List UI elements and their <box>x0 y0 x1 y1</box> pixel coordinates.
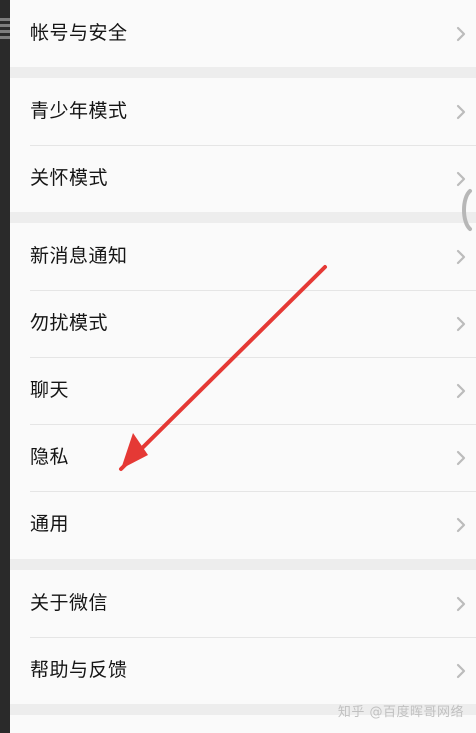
watermark: 知乎 @百度晖哥网络 <box>337 705 464 720</box>
settings-row-label: 勿扰模式 <box>30 312 109 334</box>
settings-row-account-security[interactable]: 帐号与安全 <box>10 0 476 67</box>
settings-row-care-mode[interactable]: 关怀模式 <box>10 145 476 212</box>
chevron-right-icon <box>456 450 466 465</box>
chevron-right-icon <box>456 383 466 398</box>
settings-row-privacy[interactable]: 隐私 <box>10 424 476 491</box>
chevron-right-icon <box>456 171 466 186</box>
chevron-right-icon <box>456 663 466 678</box>
settings-group-modes: 青少年模式 关怀模式 <box>10 78 476 212</box>
settings-row-label: 聊天 <box>30 379 70 401</box>
settings-row-label: 帮助与反馈 <box>30 659 128 681</box>
settings-row-about-wechat[interactable]: 关于微信 <box>10 570 476 637</box>
edge-scroll-indicator-icon <box>462 189 472 231</box>
chevron-right-icon <box>456 26 466 41</box>
settings-group-about: 关于微信 帮助与反馈 <box>10 570 476 704</box>
left-side-rail <box>0 0 10 733</box>
chevron-right-icon <box>456 316 466 331</box>
settings-row-label: 青少年模式 <box>30 100 128 122</box>
settings-row-label: 关怀模式 <box>30 167 109 189</box>
chevron-right-icon <box>456 104 466 119</box>
settings-row-teen-mode[interactable]: 青少年模式 <box>10 78 476 145</box>
settings-row-help-feedback[interactable]: 帮助与反馈 <box>10 637 476 704</box>
chevron-right-icon <box>456 249 466 264</box>
settings-row-label: 隐私 <box>30 446 70 468</box>
settings-row-new-message-notification[interactable]: 新消息通知 <box>10 223 476 290</box>
settings-group-preferences: 新消息通知 勿扰模式 聊天 隐私 通用 <box>10 223 476 559</box>
settings-row-general[interactable]: 通用 <box>10 491 476 558</box>
settings-row-label: 新消息通知 <box>30 245 128 267</box>
settings-row-label: 帐号与安全 <box>30 22 128 44</box>
settings-row-label: 关于微信 <box>30 592 109 614</box>
chevron-right-icon <box>456 517 466 532</box>
settings-list: 帐号与安全 青少年模式 关怀模式 新消息通知 勿扰模式 聊天 隐私 通用 关于微… <box>10 0 476 733</box>
settings-row-do-not-disturb[interactable]: 勿扰模式 <box>10 290 476 357</box>
settings-row-chat[interactable]: 聊天 <box>10 357 476 424</box>
chevron-right-icon <box>456 596 466 611</box>
settings-group-account: 帐号与安全 <box>10 0 476 67</box>
settings-row-label: 通用 <box>30 513 70 535</box>
